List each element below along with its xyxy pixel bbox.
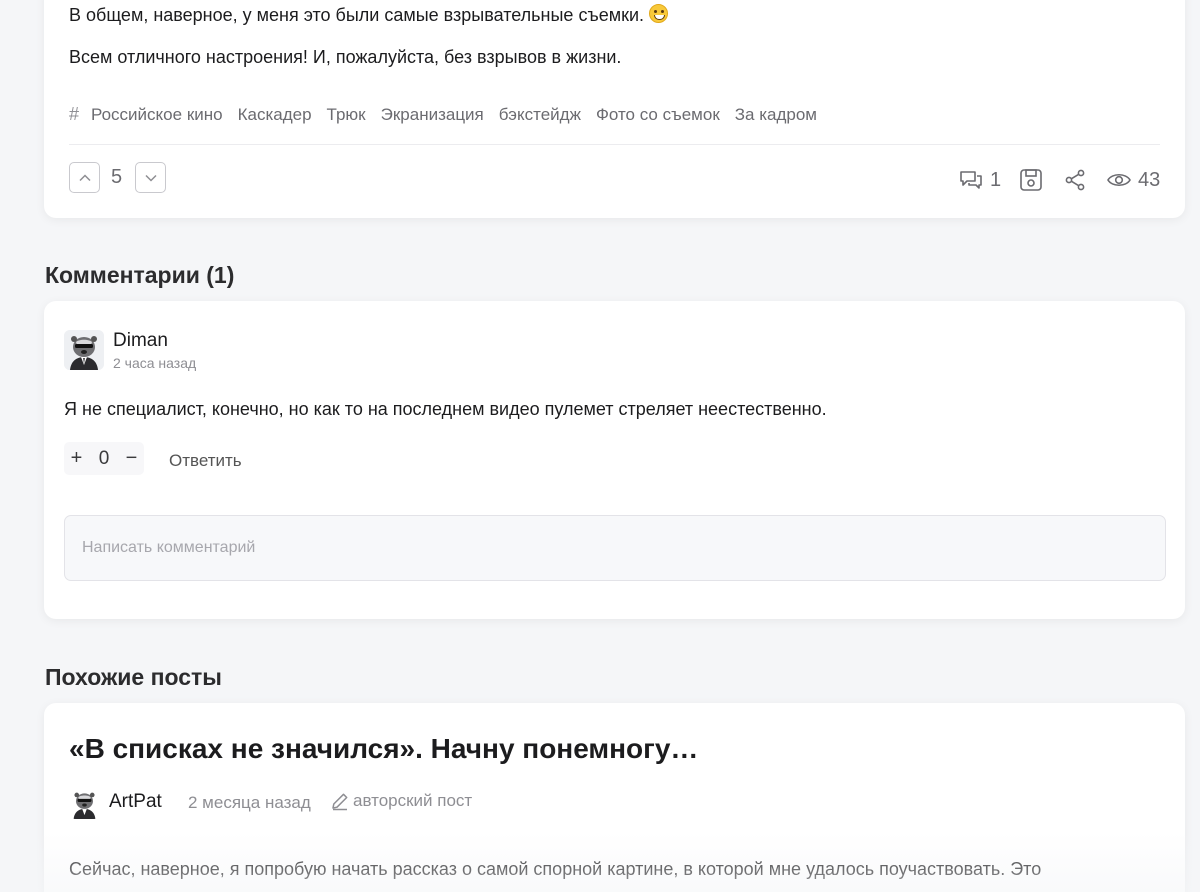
comments-count-button[interactable]: 1 bbox=[958, 168, 1001, 192]
downvote-button[interactable] bbox=[135, 162, 166, 193]
share-icon bbox=[1065, 169, 1085, 191]
avatar[interactable] bbox=[69, 788, 100, 819]
upvote-button[interactable] bbox=[69, 162, 100, 193]
chevron-down-icon bbox=[144, 174, 157, 182]
comments-heading: Комментарии (1) bbox=[45, 262, 235, 288]
avatar[interactable] bbox=[64, 330, 104, 370]
similar-post-title[interactable]: «В списках не значился». Начну понемногу… bbox=[69, 733, 698, 765]
grinning-face-emoji-icon bbox=[649, 4, 669, 23]
comment-rating: 0 bbox=[98, 447, 110, 469]
comments-count: 1 bbox=[990, 168, 1002, 191]
comments-card: Diman 2 часа назад Я не специалист, коне… bbox=[44, 301, 1185, 619]
author-post-badge: авторский пост bbox=[330, 791, 472, 811]
comment-author[interactable]: Diman bbox=[113, 330, 168, 352]
similar-post-timestamp: 2 месяца назад bbox=[188, 793, 311, 812]
divider bbox=[69, 144, 1160, 145]
tag-link[interactable]: Экранизация bbox=[381, 105, 484, 125]
eye-icon bbox=[1107, 173, 1131, 187]
author-post-badge-label: авторский пост bbox=[353, 791, 473, 810]
tag-link[interactable]: Трюк bbox=[327, 105, 366, 125]
tag-link[interactable]: Российское кино bbox=[91, 105, 223, 125]
reply-button[interactable]: Ответить bbox=[169, 451, 242, 471]
comments-icon bbox=[960, 171, 982, 189]
similar-post-author[interactable]: ArtPat bbox=[109, 791, 162, 813]
user-avatar-icon bbox=[73, 792, 96, 819]
chevron-up-icon bbox=[78, 173, 91, 181]
comment-timestamp: 2 часа назад bbox=[113, 355, 197, 371]
post-paragraph: В общем, наверное, у меня это были самые… bbox=[69, 3, 669, 27]
comment-text: Я не специалист, конечно, но как то на п… bbox=[64, 399, 827, 419]
views-number: 43 bbox=[1138, 168, 1161, 191]
tag-link[interactable]: бэкстейдж bbox=[499, 105, 581, 125]
comment-downvote-button[interactable]: − bbox=[124, 447, 139, 470]
tag-link[interactable]: За кадром bbox=[735, 105, 817, 125]
comment-upvote-button[interactable]: + bbox=[69, 447, 84, 470]
post-tags: # Российское кино Каскадер Трюк Экраниза… bbox=[69, 104, 832, 125]
tag-link[interactable]: Каскадер bbox=[238, 105, 312, 125]
views-count: 43 bbox=[1106, 168, 1160, 192]
comment-vote-control: + 0 − bbox=[64, 442, 144, 475]
comment-input[interactable] bbox=[64, 515, 1166, 581]
similar-posts-heading: Похожие посты bbox=[45, 664, 222, 690]
share-button[interactable] bbox=[1063, 168, 1087, 192]
similar-post-excerpt: Сейчас, наверное, я попробую начать расс… bbox=[69, 859, 1042, 879]
similar-post-card[interactable]: «В списках не значился». Начну понемногу… bbox=[44, 703, 1185, 892]
pencil-icon bbox=[332, 793, 348, 811]
post-card: В общем, наверное, у меня это были самые… bbox=[44, 0, 1185, 218]
post-rating: 5 bbox=[111, 166, 123, 188]
tag-link[interactable]: Фото со съемок bbox=[596, 105, 720, 125]
save-icon bbox=[1020, 169, 1042, 191]
post-paragraph: Всем отличного настроения! И, пожалуйста… bbox=[69, 47, 622, 67]
save-button[interactable] bbox=[1019, 168, 1043, 192]
user-avatar-icon bbox=[64, 330, 104, 370]
hashtag-icon: # bbox=[69, 104, 80, 124]
